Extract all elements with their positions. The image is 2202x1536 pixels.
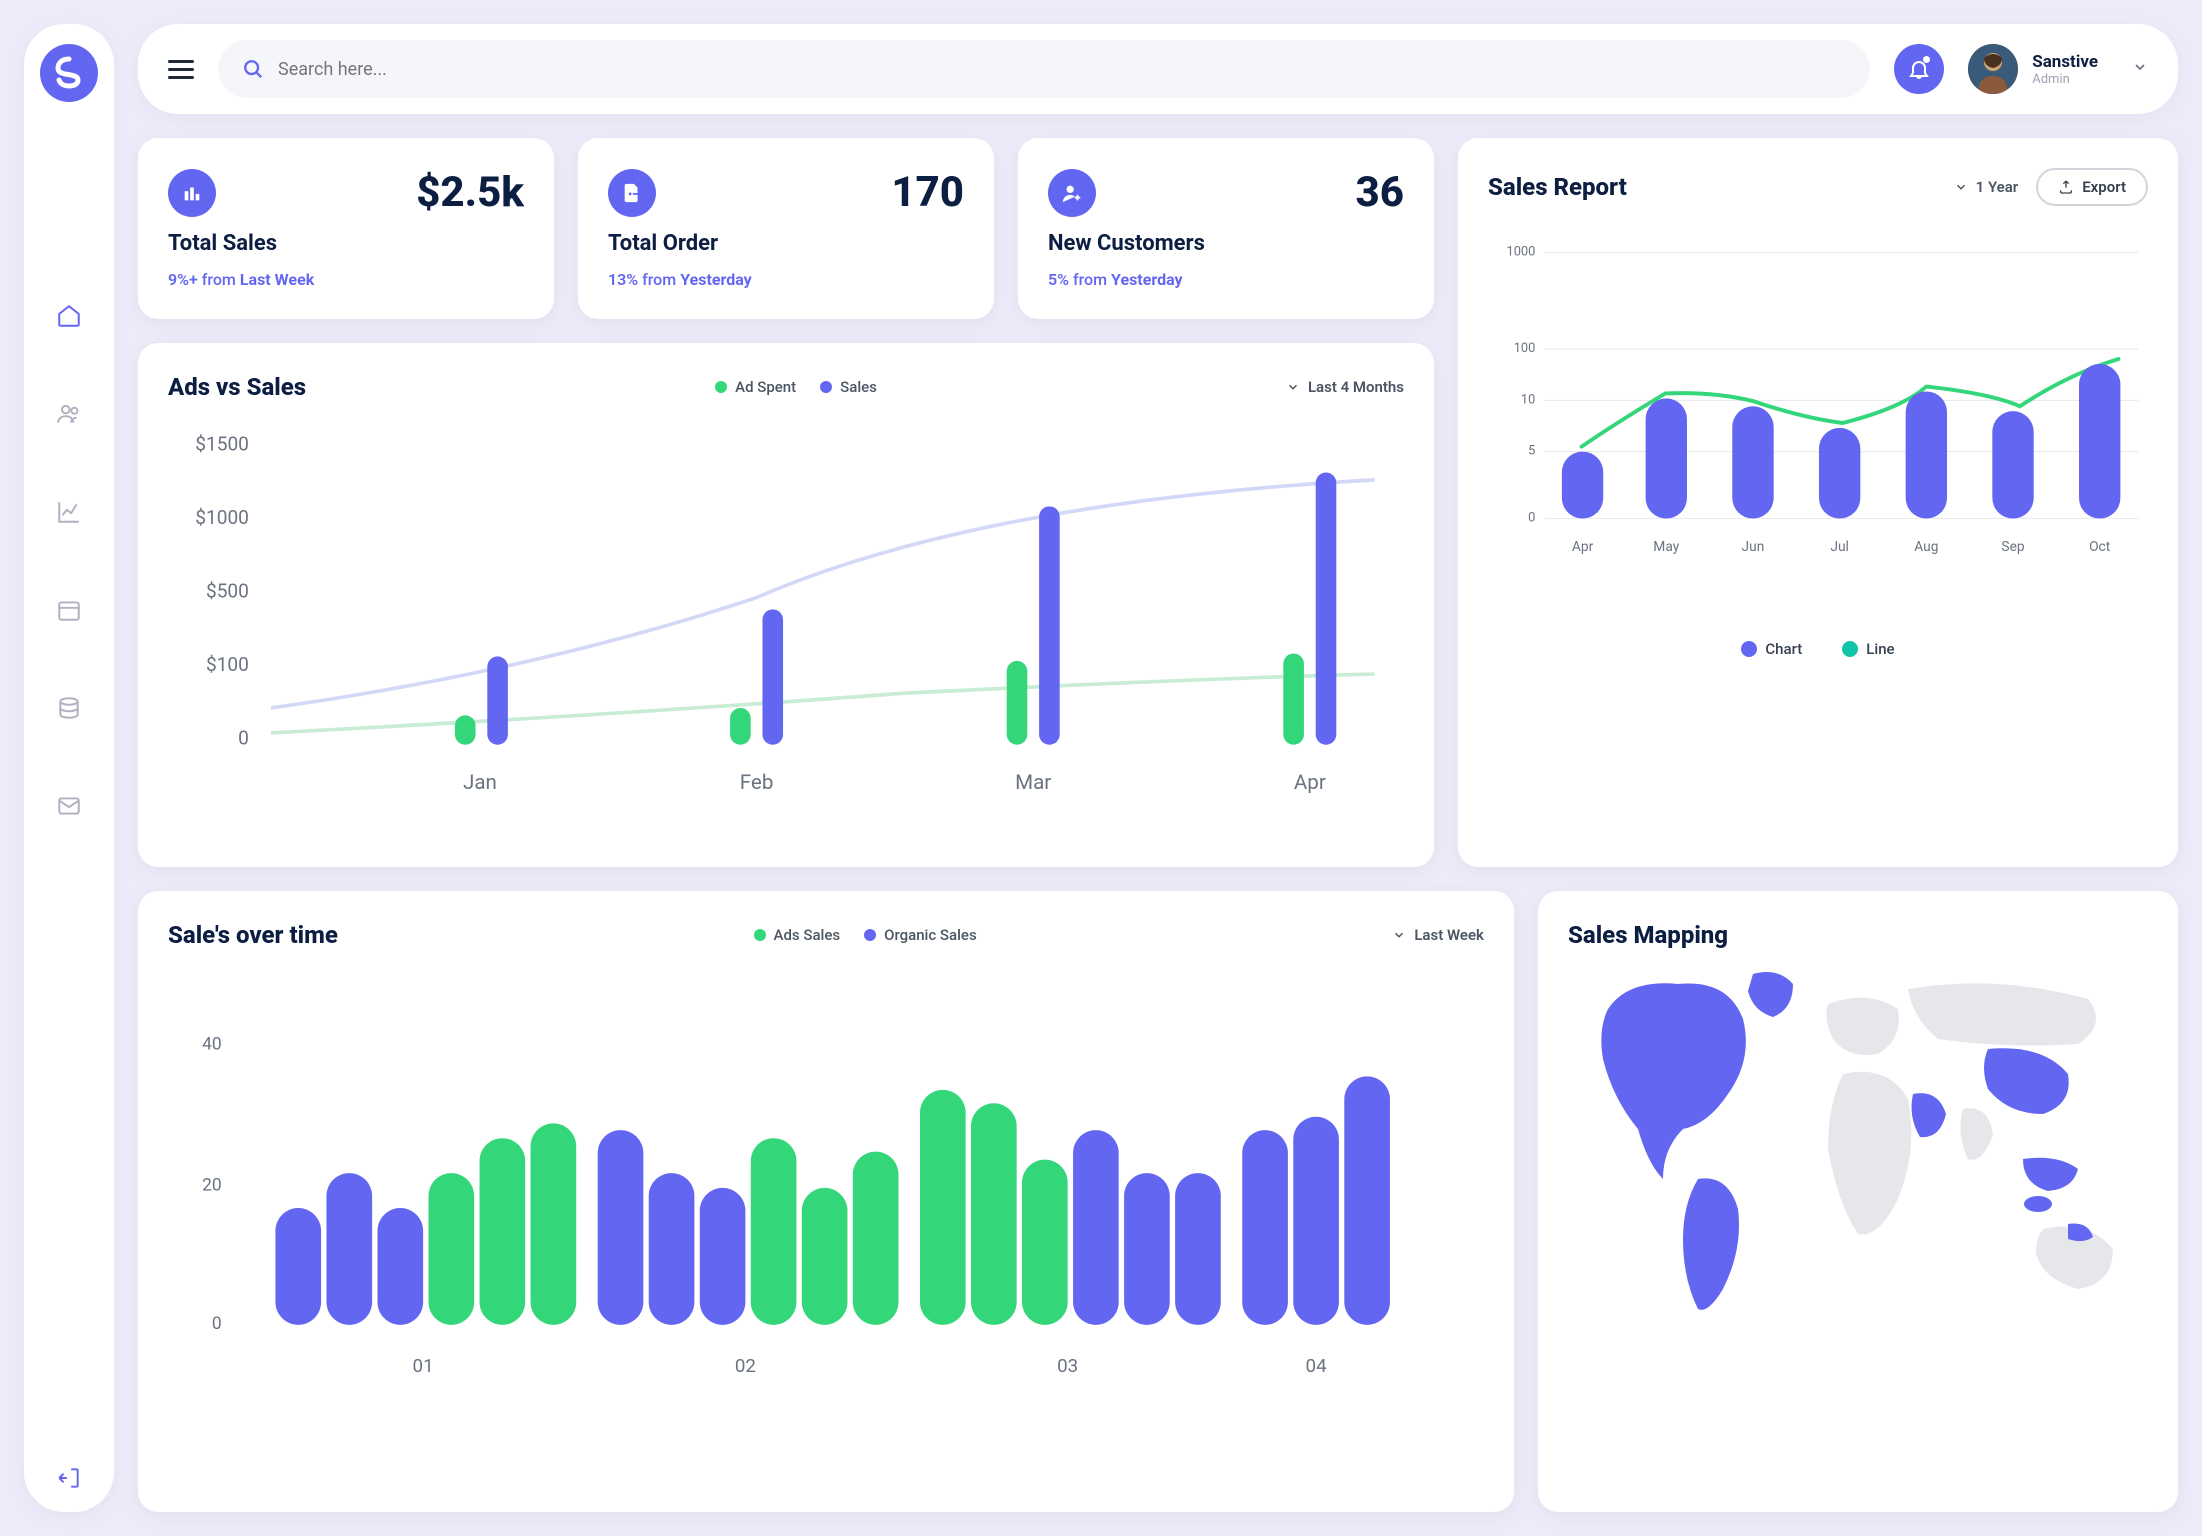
logo (40, 44, 98, 102)
user-plus-icon (1048, 169, 1096, 217)
svg-text:1000: 1000 (1507, 245, 1536, 260)
svg-text:0: 0 (1528, 511, 1535, 526)
notification-button[interactable] (1894, 44, 1944, 94)
sales-over-time-period[interactable]: Last Week (1392, 926, 1484, 944)
svg-text:0: 0 (238, 727, 249, 750)
stat-title: Total Sales (168, 231, 524, 256)
svg-text:Sep: Sep (2001, 539, 2024, 555)
svg-text:Oct: Oct (2089, 539, 2111, 555)
search-input-wrap[interactable] (218, 40, 1870, 98)
search-input[interactable] (278, 59, 1846, 80)
stat-value: $2.5k (416, 168, 524, 217)
svg-text:10: 10 (1521, 392, 1535, 407)
sales-report-card: Sales Report 1 Year Export 1000 100 10 5… (1458, 138, 2178, 867)
sales-over-time-chart: 40 20 0 (168, 969, 1484, 1399)
svg-text:20: 20 (202, 1176, 222, 1196)
bar-chart-icon (168, 169, 216, 217)
chart-title: Ads vs Sales (168, 373, 306, 401)
svg-text:Jan: Jan (463, 771, 497, 795)
svg-text:$1000: $1000 (195, 506, 249, 529)
svg-text:Aug: Aug (1914, 539, 1938, 555)
stat-subtitle: 9%+ from Last Week (168, 270, 524, 289)
file-icon (608, 169, 656, 217)
export-icon (2058, 179, 2074, 195)
sales-mapping-card: Sales Mapping (1538, 891, 2178, 1512)
svg-text:0: 0 (212, 1314, 222, 1334)
stat-subtitle: 13% from Yesterday (608, 270, 964, 289)
svg-text:$100: $100 (206, 653, 249, 676)
chart-title: Sale's over time (168, 921, 338, 949)
stat-value: 170 (891, 168, 964, 217)
svg-text:May: May (1653, 539, 1679, 555)
stat-title: Total Order (608, 231, 964, 256)
svg-text:5: 5 (1528, 444, 1535, 459)
topbar: Sanstive Admin (138, 24, 2178, 114)
svg-text:Feb: Feb (740, 771, 774, 795)
ads-vs-sales-legend: Ad Spent Sales (715, 378, 877, 396)
svg-text:01: 01 (413, 1355, 434, 1377)
svg-text:40: 40 (202, 1035, 222, 1055)
svg-text:02: 02 (735, 1355, 756, 1377)
nav-analytics[interactable] (55, 498, 83, 526)
nav-home[interactable] (55, 302, 83, 330)
svg-text:Jun: Jun (1742, 539, 1765, 555)
chart-title: Sales Report (1488, 173, 1627, 201)
sales-over-time-legend: Ads Sales Organic Sales (754, 926, 977, 944)
avatar (1968, 44, 2018, 94)
stat-subtitle: 5% from Yesterday (1048, 270, 1404, 289)
ads-vs-sales-period[interactable]: Last 4 Months (1286, 378, 1404, 396)
nav-users[interactable] (55, 400, 83, 428)
user-menu[interactable]: Sanstive Admin (1968, 44, 2148, 94)
stat-title: New Customers (1048, 231, 1404, 256)
world-map (1568, 949, 2148, 1329)
stat-new-customers: 36 New Customers 5% from Yesterday (1018, 138, 1434, 319)
user-role: Admin (2032, 72, 2098, 87)
sidebar (24, 24, 114, 1512)
sales-report-period[interactable]: 1 Year (1954, 178, 2019, 196)
sales-over-time-card: Sale's over time Ads Sales Organic Sales… (138, 891, 1514, 1512)
nav-logout[interactable] (55, 1464, 83, 1492)
svg-text:Apr: Apr (1294, 771, 1326, 795)
search-icon (242, 58, 264, 80)
stat-total-sales: $2.5k Total Sales 9%+ from Last Week (138, 138, 554, 319)
svg-text:04: 04 (1306, 1355, 1328, 1377)
svg-text:$500: $500 (206, 580, 249, 603)
sales-report-chart: 1000 100 10 5 0 (1488, 226, 2148, 620)
export-button[interactable]: Export (2036, 168, 2148, 206)
chart-title: Sales Mapping (1568, 921, 1728, 949)
svg-text:Apr: Apr (1572, 539, 1594, 555)
nav-list (55, 302, 83, 1464)
chevron-down-icon (2132, 59, 2148, 79)
stat-value: 36 (1356, 168, 1404, 217)
user-name: Sanstive (2032, 52, 2098, 72)
nav-database[interactable] (55, 694, 83, 722)
nav-calendar[interactable] (55, 596, 83, 624)
ads-vs-sales-card: Ads vs Sales Ad Spent Sales Last 4 Month… (138, 343, 1434, 867)
svg-text:03: 03 (1057, 1355, 1078, 1377)
svg-text:100: 100 (1514, 341, 1536, 356)
sales-report-legend: Chart Line (1488, 640, 2148, 658)
menu-button[interactable] (168, 60, 194, 79)
nav-mail[interactable] (55, 792, 83, 820)
svg-text:Jul: Jul (1830, 539, 1849, 555)
svg-text:Mar: Mar (1015, 771, 1051, 795)
stat-total-order: 170 Total Order 13% from Yesterday (578, 138, 994, 319)
svg-text:$1500: $1500 (195, 432, 249, 455)
ads-vs-sales-chart: $1500 $1000 $500 $100 0 (168, 421, 1404, 833)
